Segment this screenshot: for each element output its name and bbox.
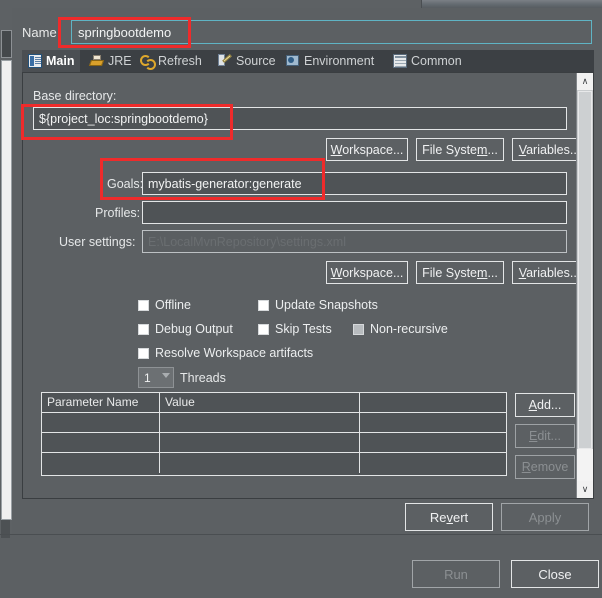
add-parameter-button[interactable]: Add... [515, 393, 575, 417]
edit-parameter-button[interactable]: Edit... [515, 424, 575, 448]
scrollbar-thumb[interactable] [578, 91, 592, 449]
user-settings-input[interactable] [142, 230, 567, 253]
threads-label: Threads [180, 371, 226, 385]
main-tab-content: Base directory: Workspace... File System… [23, 73, 587, 498]
main-icon [28, 54, 42, 68]
checkbox-resolve-workspace-artifacts-label: Resolve Workspace artifacts [155, 346, 314, 360]
run-button[interactable]: Run [412, 560, 500, 588]
table-cell-parameter-name [42, 413, 160, 432]
checkbox-non-recursive-label: Non-recursive [370, 322, 448, 336]
user-settings-file-system-button[interactable]: File System... [416, 261, 504, 284]
refresh-icon [140, 54, 156, 70]
environment-icon [286, 54, 300, 68]
table-cell-parameter-name [42, 453, 160, 473]
tab-common[interactable]: Common [387, 50, 468, 72]
tab-jre[interactable]: JRE [84, 50, 138, 72]
checkbox-resolve-workspace-artifacts[interactable]: Resolve Workspace artifacts [138, 346, 313, 360]
tab-source-label: Source [236, 54, 276, 68]
scroll-down-arrow-icon[interactable]: ∨ [577, 481, 593, 498]
remove-parameter-button[interactable]: Remove [515, 455, 575, 479]
table-cell-value [160, 413, 360, 432]
table-row[interactable] [42, 413, 506, 433]
tab-jre-label: JRE [108, 54, 132, 68]
base-directory-input[interactable] [33, 107, 567, 130]
scroll-up-arrow-icon[interactable]: ∧ [577, 73, 593, 90]
jre-icon [90, 54, 104, 68]
checkbox-box-resolve-workspace-artifacts[interactable] [138, 347, 149, 359]
checkbox-box-update-snapshots[interactable] [258, 299, 269, 311]
checkbox-skip-tests[interactable]: Skip Tests [258, 322, 332, 336]
chevron-down-icon [162, 373, 170, 378]
background-pane-dark [1, 30, 12, 58]
table-header-parameter-name: Parameter Name [42, 393, 160, 412]
parameters-table[interactable]: Parameter Name Value [41, 392, 507, 476]
threads-value: 1 [144, 370, 151, 385]
checkbox-non-recursive[interactable]: Non-recursive [353, 322, 448, 336]
table-row[interactable] [42, 453, 506, 473]
scrollbar-track-bottom[interactable] [577, 449, 593, 481]
table-cell-value [160, 433, 360, 452]
table-header-extra [360, 393, 506, 412]
base-dir-file-system-button[interactable]: File System... [416, 138, 504, 161]
table-cell-extra [360, 433, 506, 452]
launch-configuration-dialog: Name Main JRE Refresh Source Environment… [12, 8, 602, 598]
checkbox-update-snapshots[interactable]: Update Snapshots [258, 298, 378, 312]
close-button[interactable]: Close [511, 560, 599, 588]
checkbox-box-non-recursive[interactable] [353, 323, 364, 335]
common-icon [393, 54, 407, 68]
table-row[interactable] [42, 433, 506, 453]
profiles-label: Profiles: [95, 206, 141, 220]
tab-refresh-label: Refresh [158, 54, 202, 68]
checkbox-update-snapshots-label: Update Snapshots [275, 298, 378, 312]
checkbox-skip-tests-label: Skip Tests [275, 322, 332, 336]
goals-label: Goals: [107, 177, 144, 191]
checkbox-debug-output[interactable]: Debug Output [138, 322, 233, 336]
checkbox-debug-output-label: Debug Output [155, 322, 233, 336]
source-icon [218, 54, 232, 68]
base-directory-label: Base directory: [33, 89, 117, 103]
user-settings-label: User settings: [59, 235, 136, 249]
tab-main-label: Main [46, 54, 75, 68]
name-row: Name [22, 20, 594, 46]
threads-select[interactable]: 1 [138, 367, 174, 388]
table-cell-parameter-name [42, 433, 160, 452]
checkbox-box-debug-output[interactable] [138, 323, 149, 335]
desktop-ribbon [421, 0, 602, 8]
tab-environment-label: Environment [304, 54, 375, 68]
checkbox-box-skip-tests[interactable] [258, 323, 269, 335]
user-settings-workspace-button[interactable]: Workspace... [326, 261, 408, 284]
goals-input[interactable] [142, 172, 567, 195]
name-label: Name [22, 25, 57, 40]
background-pane-light [1, 60, 12, 520]
main-tab-panel: Base directory: Workspace... File System… [22, 72, 594, 499]
name-input[interactable] [71, 20, 592, 44]
tab-refresh[interactable]: Refresh [134, 50, 208, 72]
tab-bar: Main JRE Refresh Source Environment Comm… [22, 50, 594, 72]
apply-button[interactable]: Apply [501, 503, 589, 531]
checkbox-offline-label: Offline [155, 298, 191, 312]
tab-main[interactable]: Main [22, 50, 81, 72]
tab-environment[interactable]: Environment [280, 50, 380, 72]
tab-source[interactable]: Source [212, 50, 282, 72]
profiles-input[interactable] [142, 201, 567, 224]
panel-vertical-scrollbar[interactable]: ∧ ∨ [576, 73, 593, 498]
base-dir-workspace-button[interactable]: Workspace... [326, 138, 408, 161]
tab-common-label: Common [411, 54, 462, 68]
table-header-value: Value [160, 393, 360, 412]
footer-separator [0, 534, 602, 535]
table-header-row: Parameter Name Value [42, 393, 506, 413]
table-cell-value [160, 453, 360, 473]
background-pane-bottom [1, 520, 10, 538]
checkbox-box-offline[interactable] [138, 299, 149, 311]
revert-button[interactable]: Revert [405, 503, 493, 531]
table-cell-extra [360, 413, 506, 432]
checkbox-offline[interactable]: Offline [138, 298, 191, 312]
table-cell-extra [360, 453, 506, 473]
